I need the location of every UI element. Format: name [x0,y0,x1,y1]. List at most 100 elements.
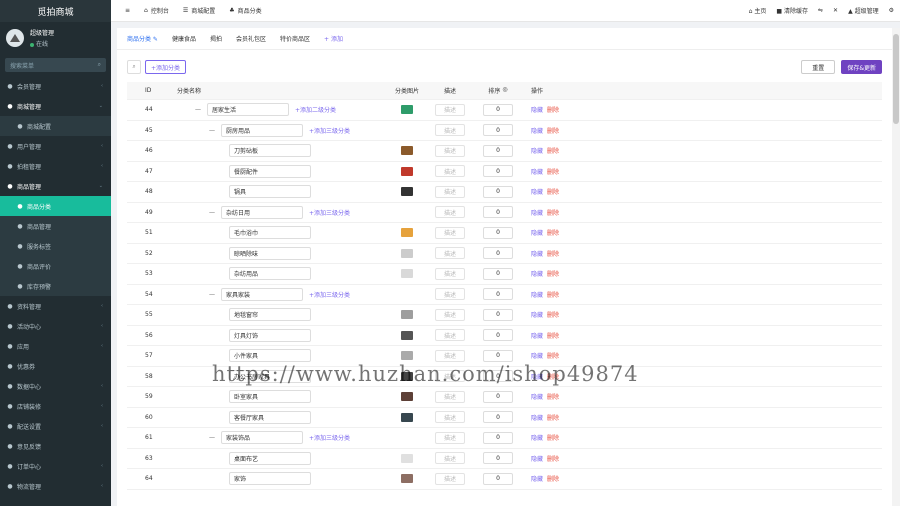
sort-input[interactable]: 0 [483,124,513,137]
hide-button[interactable]: 隐藏 [531,310,543,319]
category-image[interactable] [401,392,413,402]
delete-button[interactable]: 删除 [547,310,559,319]
sort-input[interactable]: 0 [483,472,513,485]
settings-icon[interactable]: ⚙ [889,7,894,14]
sort-input[interactable]: 0 [483,308,513,321]
description-input[interactable]: 描述 [435,349,465,362]
hide-button[interactable]: 隐藏 [531,433,543,442]
category-name-input[interactable]: 杂纺日用 [221,205,303,219]
sort-input[interactable]: 0 [483,431,513,444]
category-image[interactable] [401,105,413,115]
hide-button[interactable]: 隐藏 [531,208,543,217]
category-name-input[interactable]: 锅具 [229,185,311,199]
description-input[interactable]: 描述 [435,165,465,178]
sort-input[interactable]: 0 [483,267,513,280]
category-name-input[interactable]: 办公书房家具 [229,369,311,383]
category-image[interactable] [401,187,413,197]
sidebar-item-17[interactable]: ● 配送设置 ‹ [0,416,111,436]
sort-input[interactable]: 0 [483,103,513,116]
collapse-icon[interactable]: — [195,106,201,113]
category-image[interactable] [401,351,413,361]
description-input[interactable]: 描述 [435,226,465,239]
sidebar-item-8[interactable]: ● 服务标签 [0,236,111,256]
category-name-input[interactable]: 客餐厅家具 [229,410,311,424]
delete-button[interactable]: 删除 [547,392,559,401]
save-update-button[interactable]: 保存&更新 [841,60,882,74]
sort-input[interactable]: 0 [483,247,513,260]
delete-button[interactable]: 删除 [547,146,559,155]
delete-button[interactable]: 删除 [547,269,559,278]
category-image[interactable] [401,166,413,176]
tab-special-offer[interactable]: 特价商品区 [280,34,310,43]
collapse-icon[interactable]: — [209,434,215,441]
sidebar-item-3[interactable]: ● 用户管理 ‹ [0,136,111,156]
add-subcategory-link[interactable]: +添加三级分类 [309,208,350,217]
hide-button[interactable]: 隐藏 [531,105,543,114]
delete-button[interactable]: 删除 [547,372,559,381]
add-subcategory-link[interactable]: +添加二级分类 [295,105,336,114]
delete-button[interactable]: 删除 [547,126,559,135]
collapse-icon[interactable]: — [209,127,215,134]
tab-mall-config[interactable]: ☰ 商城配置 [183,6,215,15]
hide-button[interactable]: 隐藏 [531,331,543,340]
tab-health-food[interactable]: 健康食品 [172,34,196,43]
sidebar-item-16[interactable]: ● 店铺装修 ‹ [0,396,111,416]
sidebar-item-19[interactable]: ● 订单中心 ‹ [0,456,111,476]
tab-auction[interactable]: 揭拍 [210,34,222,43]
delete-button[interactable]: 删除 [547,228,559,237]
description-input[interactable]: 描述 [435,431,465,444]
category-name-input[interactable]: 家具家装 [221,287,303,301]
category-name-input[interactable]: 晾晒除味 [229,246,311,260]
sidebar-item-14[interactable]: ● 优惠券 [0,356,111,376]
category-image[interactable] [401,146,413,156]
category-name-input[interactable]: 桌面布艺 [229,451,311,465]
description-input[interactable]: 描述 [435,308,465,321]
delete-button[interactable]: 删除 [547,249,559,258]
delete-button[interactable]: 删除 [547,167,559,176]
tab-add-button[interactable]: + 添加 [324,34,343,43]
admin-menu[interactable]: ▲ 超级管理 [848,6,879,15]
sidebar-item-20[interactable]: ● 物流管理 ‹ [0,476,111,496]
sidebar-item-5[interactable]: ● 商品管理 ⌄ [0,176,111,196]
sort-input[interactable]: 0 [483,390,513,403]
collapse-icon[interactable]: — [209,291,215,298]
sidebar-search-input[interactable]: 搜索菜单 [10,61,34,70]
sort-input[interactable]: 0 [483,165,513,178]
category-image[interactable] [401,474,413,484]
sidebar-item-1[interactable]: ● 商城管理 ⌄ [0,96,111,116]
sidebar-search[interactable]: 搜索菜单 ⌕ [5,58,106,72]
hide-button[interactable]: 隐藏 [531,290,543,299]
sidebar-item-10[interactable]: ● 库存预警 [0,276,111,296]
hide-button[interactable]: 隐藏 [531,392,543,401]
tab-product-category[interactable]: 商品分类 ✎ [127,34,158,43]
sidebar-item-6[interactable]: ● 商品分类 [0,196,111,216]
category-name-input[interactable]: 刀剪砧板 [229,144,311,158]
delete-button[interactable]: 删除 [547,351,559,360]
delete-button[interactable]: 删除 [547,187,559,196]
delete-button[interactable]: 删除 [547,413,559,422]
hide-button[interactable]: 隐藏 [531,474,543,483]
description-input[interactable]: 描述 [435,144,465,157]
sort-input[interactable]: 0 [483,370,513,383]
description-input[interactable]: 描述 [435,103,465,116]
hide-button[interactable]: 隐藏 [531,126,543,135]
description-input[interactable]: 描述 [435,247,465,260]
sidebar-item-11[interactable]: ● 资料管理 ‹ [0,296,111,316]
fullscreen-icon[interactable]: ✕ [833,7,838,14]
reset-button[interactable]: 重置 [801,60,836,74]
category-image[interactable] [401,310,413,320]
sidebar-item-4[interactable]: ● 拍租管理 ‹ [0,156,111,176]
sort-input[interactable]: 0 [483,185,513,198]
tab-dashboard[interactable]: ⌂ 控制台 [144,6,169,15]
category-image[interactable] [401,453,413,463]
add-subcategory-link[interactable]: +添加三级分类 [309,290,350,299]
description-input[interactable]: 描述 [435,390,465,403]
sort-input[interactable]: 0 [483,288,513,301]
description-input[interactable]: 描述 [435,370,465,383]
hide-button[interactable]: 隐藏 [531,167,543,176]
sidebar-item-13[interactable]: ● 应用 ‹ [0,336,111,356]
description-input[interactable]: 描述 [435,411,465,424]
hide-button[interactable]: 隐藏 [531,269,543,278]
sidebar-item-15[interactable]: ● 数据中心 ‹ [0,376,111,396]
add-category-button[interactable]: +添加分类 [145,60,187,74]
